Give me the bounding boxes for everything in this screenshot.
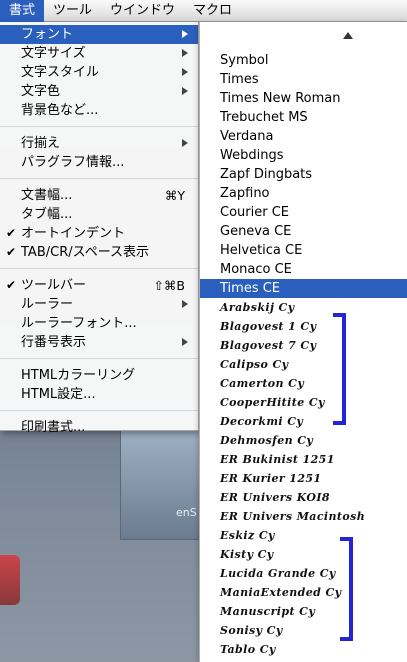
menu-item-shortcut: ⇧⌘B bbox=[153, 278, 185, 293]
submenu-arrow-icon bbox=[182, 68, 188, 76]
scroll-up-arrow-icon[interactable] bbox=[343, 32, 353, 39]
font-item-er-bukinist-1251[interactable]: ER Bukinist 1251 bbox=[200, 450, 407, 469]
menubar-item-3[interactable]: マクロ bbox=[184, 0, 241, 22]
menu-item-label: ツールバー bbox=[21, 278, 87, 293]
menubar-item-1[interactable]: ツール bbox=[44, 0, 101, 22]
menu-item-label: ルーラーフォント... bbox=[21, 316, 137, 331]
menu-item-label: フォント bbox=[21, 27, 74, 42]
menu-item-label: 印刷書式... bbox=[21, 420, 86, 435]
menu-item-label: ルーラー bbox=[21, 297, 74, 312]
menu-item-14[interactable]: ✔ ツールバー ⇧⌘B bbox=[0, 276, 198, 295]
font-item-verdana[interactable]: Verdana bbox=[200, 127, 407, 146]
font-item-arabskij-cy[interactable]: Arabskij Cy bbox=[200, 298, 407, 317]
submenu-arrow-icon bbox=[182, 30, 188, 38]
font-item-dehmosfen-cy[interactable]: Dehmosfen Cy bbox=[200, 431, 407, 450]
checkmark-icon: ✔ bbox=[6, 226, 17, 240]
font-item-times-ce[interactable]: Times CE bbox=[200, 279, 407, 298]
font-item-sonisy-cy[interactable]: Sonisy Cy bbox=[200, 621, 407, 640]
menu-item-label: 文字サイズ bbox=[21, 46, 86, 61]
menu-item-label: 文字スタイル bbox=[21, 65, 100, 80]
font-item-trebuchet-ms[interactable]: Trebuchet MS bbox=[200, 108, 407, 127]
background-window-label: enS bbox=[176, 506, 197, 519]
font-item-monaco-ce[interactable]: Monaco CE bbox=[200, 260, 407, 279]
font-item-helvetica-ce[interactable]: Helvetica CE bbox=[200, 241, 407, 260]
font-item-geneva-ce[interactable]: Geneva CE bbox=[200, 222, 407, 241]
font-item-blagovest-7-cy[interactable]: Blagovest 7 Cy bbox=[200, 336, 407, 355]
submenu-arrow-icon bbox=[182, 300, 188, 308]
menu-item-3[interactable]: 文字色 bbox=[0, 82, 198, 101]
font-item-er-univers-koi8[interactable]: ER Univers KOI8 bbox=[200, 488, 407, 507]
font-item-times-new-roman[interactable]: Times New Roman bbox=[200, 89, 407, 108]
submenu-arrow-icon bbox=[182, 49, 188, 57]
annotation-bracket-upper bbox=[333, 313, 346, 425]
menu-item-17[interactable]: 行番号表示 bbox=[0, 333, 198, 352]
font-item-camerton-cy[interactable]: Camerton Cy bbox=[200, 374, 407, 393]
menu-item-19[interactable]: HTMLカラーリング bbox=[0, 366, 198, 385]
font-item-manuscript-cy[interactable]: Manuscript Cy bbox=[200, 602, 407, 621]
menu-item-20[interactable]: HTML設定... bbox=[0, 385, 198, 404]
menu-item-label: HTML設定... bbox=[21, 387, 96, 402]
checkmark-icon: ✔ bbox=[6, 245, 17, 259]
menu-item-label: 行揃え bbox=[21, 136, 61, 151]
font-item-er-kurier-1251[interactable]: ER Kurier 1251 bbox=[200, 469, 407, 488]
menu-item-6[interactable]: 行揃え bbox=[0, 134, 198, 153]
menu-item-2[interactable]: 文字スタイル bbox=[0, 63, 198, 82]
font-item-webdings[interactable]: Webdings bbox=[200, 146, 407, 165]
font-item-courier-ce[interactable]: Courier CE bbox=[200, 203, 407, 222]
menubar-item-2[interactable]: ウインドウ bbox=[101, 0, 184, 22]
desktop-icon bbox=[0, 555, 20, 605]
menu-item-9[interactable]: 文書幅... ⌘Y bbox=[0, 186, 198, 205]
menu-item-label: 背景色など... bbox=[21, 103, 99, 118]
menu-item-label: タブ幅... bbox=[21, 207, 73, 222]
font-item-blagovest-1-cy[interactable]: Blagovest 1 Cy bbox=[200, 317, 407, 336]
menu-item-label: オートインデント bbox=[21, 226, 126, 241]
menubar-item-0[interactable]: 書式 bbox=[0, 0, 45, 22]
menu-separator bbox=[0, 358, 198, 359]
font-list: Symbol Times Times New Roman Trebuchet MS Ve… bbox=[200, 51, 407, 659]
menu-item-12[interactable]: ✔ TAB/CR/スペース表示 bbox=[0, 243, 198, 262]
font-item-maniaextended-cy[interactable]: ManiaExtended Cy bbox=[200, 583, 407, 602]
font-submenu: Symbol Times Times New Roman Trebuchet MS Ve… bbox=[199, 22, 407, 662]
menu-separator bbox=[0, 268, 198, 269]
font-item-tablo-cy[interactable]: Tablo Cy bbox=[200, 640, 407, 659]
annotation-bracket-lower bbox=[340, 537, 353, 641]
background-window bbox=[120, 430, 210, 540]
menu-item-label: 文書幅... bbox=[21, 188, 73, 203]
menu-item-11[interactable]: ✔ オートインデント bbox=[0, 224, 198, 243]
menubar: 書式 ツール ウインドウ マクロ bbox=[0, 0, 407, 22]
menu-item-label: パラグラフ情報... bbox=[21, 155, 125, 170]
menu-item-1[interactable]: 文字サイズ bbox=[0, 44, 198, 63]
submenu-arrow-icon bbox=[182, 139, 188, 147]
menu-item-16[interactable]: ルーラーフォント... bbox=[0, 314, 198, 333]
menu-item-4[interactable]: 背景色など... bbox=[0, 101, 198, 120]
font-item-cooperhitite-cy[interactable]: CooperHitite Cy bbox=[200, 393, 407, 412]
menu-item-label: 行番号表示 bbox=[21, 335, 87, 350]
font-item-lucida-grande-cy[interactable]: Lucida Grande Cy bbox=[200, 564, 407, 583]
submenu-arrow-icon bbox=[182, 87, 188, 95]
menu-item-label: HTMLカラーリング bbox=[21, 368, 136, 383]
font-item-er-univers-macintosh[interactable]: ER Univers Macintosh bbox=[200, 507, 407, 526]
menu-item-22[interactable]: 印刷書式... bbox=[0, 418, 198, 437]
menu-item-0[interactable]: フォント bbox=[0, 25, 198, 44]
font-item-kisty-cy[interactable]: Kisty Cy bbox=[200, 545, 407, 564]
checkmark-icon: ✔ bbox=[6, 278, 17, 292]
font-item-symbol[interactable]: Symbol bbox=[200, 51, 407, 70]
submenu-arrow-icon bbox=[182, 338, 188, 346]
menu-separator bbox=[0, 410, 198, 411]
menu-item-shortcut: ⌘Y bbox=[164, 188, 185, 203]
font-item-zapfino[interactable]: Zapfino bbox=[200, 184, 407, 203]
font-item-calipso-cy[interactable]: Calipso Cy bbox=[200, 355, 407, 374]
font-item-eskiz-cy[interactable]: Eskiz Cy bbox=[200, 526, 407, 545]
menu-item-10[interactable]: タブ幅... bbox=[0, 205, 198, 224]
font-item-times[interactable]: Times bbox=[200, 70, 407, 89]
format-menu: フォント文字サイズ文字スタイル 文字色背景色など... 行揃えパラグラフ情報... 文… bbox=[0, 22, 199, 435]
menu-item-label: 文字色 bbox=[21, 84, 61, 99]
menu-item-7[interactable]: パラグラフ情報... bbox=[0, 153, 198, 172]
menu-item-15[interactable]: ルーラー bbox=[0, 295, 198, 314]
menu-separator bbox=[0, 126, 198, 127]
font-item-decorkmi-cy[interactable]: Decorkmi Cy bbox=[200, 412, 407, 431]
menu-separator bbox=[0, 178, 198, 179]
font-item-zapf-dingbats[interactable]: Zapf Dingbats bbox=[200, 165, 407, 184]
menu-item-label: TAB/CR/スペース表示 bbox=[21, 245, 150, 260]
